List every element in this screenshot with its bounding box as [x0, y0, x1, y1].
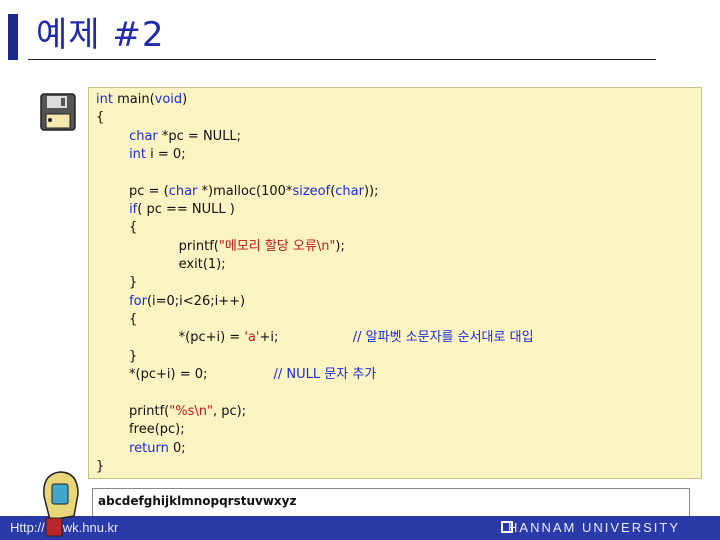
code-line: if( pc == NULL ) [96, 201, 534, 219]
code-token: "메모리 할당 오류\n" [218, 238, 336, 254]
code-token: return [129, 440, 169, 456]
code-line: int i = 0; [96, 146, 534, 164]
title-underline [28, 59, 656, 60]
code-line: printf("%s\n", pc); [96, 403, 534, 421]
code-line: } [96, 458, 534, 476]
code-token: , pc); [212, 403, 247, 419]
code-line: char *pc = NULL; [96, 128, 534, 146]
code-token: 'a' [244, 330, 260, 346]
code-line: return 0; [96, 440, 534, 458]
code-token: exit(1); [96, 257, 226, 273]
code-line: { [96, 109, 534, 127]
code-listing: int main(void){ char *pc = NULL; int i =… [96, 91, 534, 476]
code-token: *(pc+i) = 0; [96, 367, 274, 383]
code-token: printf( [96, 238, 219, 254]
slide-title: 예제 #2 [36, 15, 165, 55]
computer-person-icon [43, 471, 79, 537]
code-token: ( pc == NULL ) [137, 202, 235, 218]
code-token: i = 0; [146, 147, 186, 163]
footer-university: HANNAM UNIVERSITY [508, 520, 680, 535]
floppy-disk-icon [40, 93, 76, 131]
code-line: pc = (char *)malloc(100*sizeof(char)); [96, 183, 534, 201]
code-token: )); [363, 183, 379, 199]
code-token: } [96, 275, 138, 291]
code-line: { [96, 219, 534, 237]
code-token: char [335, 183, 364, 199]
title-accent-bar [8, 14, 18, 60]
code-line: } [96, 274, 534, 292]
output-text: abcdefghijklmnopqrstuvwxyz [98, 494, 297, 508]
code-token: { [96, 312, 138, 328]
code-token: +i; [259, 330, 353, 346]
code-token: printf( [96, 403, 170, 419]
code-token: free(pc); [96, 422, 185, 438]
code-token: // NULL 문자 추가 [273, 367, 377, 383]
code-token: { [96, 110, 105, 126]
code-line: } [96, 348, 534, 366]
code-token: 0; [168, 440, 186, 456]
code-token: *)malloc(100* [197, 183, 293, 199]
code-line: int main(void) [96, 91, 534, 109]
code-token: int [129, 147, 147, 163]
code-token: } [96, 348, 138, 364]
code-panel: int main(void){ char *pc = NULL; int i =… [88, 87, 702, 479]
code-token: } [96, 458, 105, 474]
code-token: (i=0;i<26;i++) [146, 293, 246, 309]
code-token: pc = ( [96, 183, 169, 199]
code-token: *(pc+i) = [96, 330, 245, 346]
code-token: int [96, 92, 113, 107]
code-token: void [154, 92, 183, 107]
code-token: ) [182, 92, 188, 107]
code-token: ); [335, 238, 345, 254]
code-token: sizeof [292, 183, 331, 199]
code-line: for(i=0;i<26;i++) [96, 293, 534, 311]
code-line: *(pc+i) = 0; // NULL 문자 추가 [96, 366, 534, 384]
code-token: main( [112, 92, 155, 107]
code-token: { [96, 220, 138, 236]
code-line: free(pc); [96, 421, 534, 439]
code-token: "%s\n" [169, 403, 213, 419]
code-token: char [168, 183, 198, 199]
code-token: // 알파벳 소문자를 순서대로 대입 [352, 330, 534, 346]
code-line: *(pc+i) = 'a'+i; // 알파벳 소문자를 순서대로 대입 [96, 329, 534, 347]
code-line: printf("메모리 할당 오류\n"); [96, 238, 534, 256]
code-token: char [129, 128, 158, 144]
code-token: *pc = NULL; [157, 128, 242, 144]
code-line: { [96, 311, 534, 329]
code-token: for [129, 293, 147, 309]
code-line: exit(1); [96, 256, 534, 274]
